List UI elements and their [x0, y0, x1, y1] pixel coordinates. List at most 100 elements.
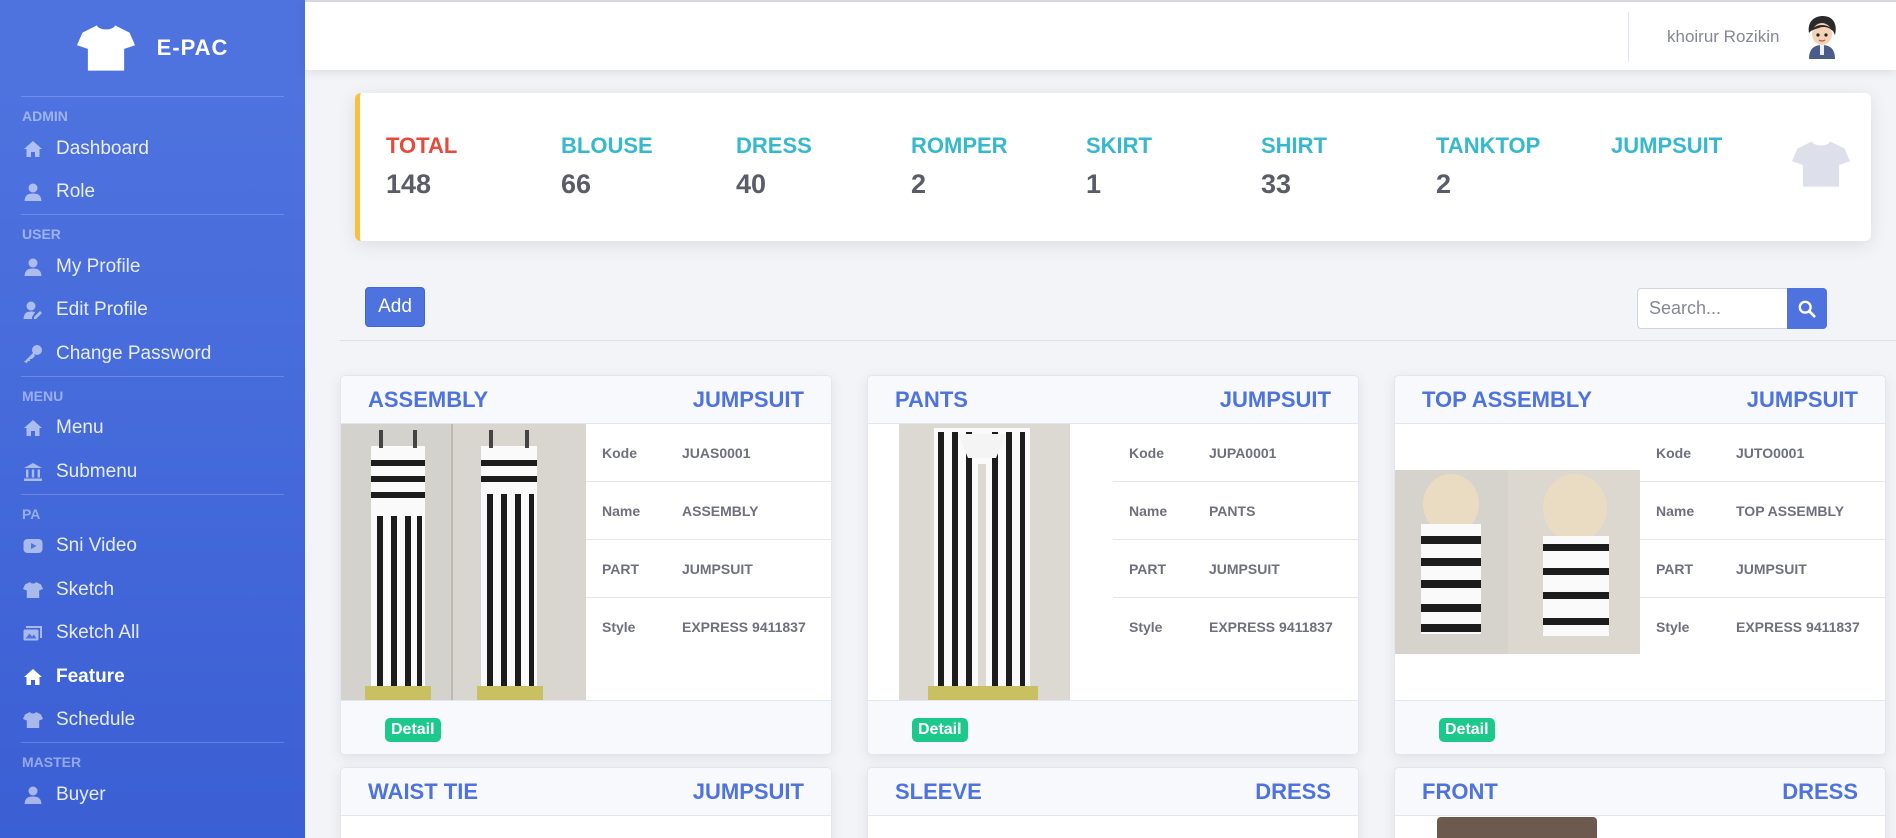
sidebar-item-label: Role [56, 181, 96, 203]
sidebar-item-edit-profile[interactable]: Edit Profile [0, 289, 305, 333]
sidebar-heading-menu: MENU [22, 387, 64, 404]
stat-label: DRESS [736, 133, 812, 158]
sidebar-item-sketch[interactable]: Sketch [0, 568, 305, 612]
home-icon [22, 139, 44, 159]
field-value: EXPRESS 9411837 [1736, 619, 1860, 635]
sidebar-item-label: Sketch All [56, 622, 140, 644]
field-value: ASSEMBLY [682, 502, 759, 519]
stat-tanktop: TANKTOP 2 [1436, 133, 1540, 200]
card-part: DRESS [1255, 778, 1331, 804]
stat-label: BLOUSE [561, 133, 653, 158]
field-label: Kode [1656, 444, 1691, 461]
shirt-icon [76, 25, 135, 71]
product-card: WAIST TIE JUMPSUIT [340, 767, 832, 838]
sidebar-item-sni-video[interactable]: Sni Video [0, 525, 305, 569]
sidebar-item-buyer[interactable]: Buyer [0, 773, 305, 817]
detail-row: Kode JUTO0001 [1640, 424, 1885, 482]
detail-row: Style EXPRESS 9411837 [586, 598, 831, 656]
detail-badge[interactable]: Detail [912, 718, 968, 742]
product-image[interactable] [341, 424, 586, 700]
product-card: ASSEMBLY JUMPSUIT Kode JUAS0001 Name ASS… [340, 375, 832, 755]
search-group [1637, 288, 1827, 329]
add-button[interactable]: Add [365, 287, 425, 327]
field-value: JUMPSUIT [682, 560, 753, 577]
field-label: Style [1656, 619, 1690, 635]
field-label: Style [1129, 619, 1163, 635]
sidebar-heading-user: USER [22, 226, 61, 242]
stats-card: TOTAL 148 BLOUSE 66 DRESS 40 ROMPER 2 SK… [355, 93, 1871, 241]
home-icon [22, 418, 44, 438]
detail-row: PART JUMPSUIT [1113, 540, 1358, 598]
field-value: JUTO0001 [1736, 444, 1805, 461]
field-label: PART [1656, 560, 1694, 577]
sidebar-item-label: Menu [56, 417, 104, 439]
images-icon [22, 623, 44, 643]
shirt-icon [22, 710, 44, 730]
product-card: FRONT DRESS [1394, 767, 1886, 838]
sidebar-item-label: Dashboard [56, 137, 149, 159]
stat-total: TOTAL 148 [386, 133, 457, 200]
sidebar-heading-admin: ADMIN [22, 108, 68, 124]
card-part: JUMPSUIT [1219, 386, 1331, 412]
card-part: JUMPSUIT [692, 386, 804, 412]
card-footer: Detail [1395, 700, 1885, 754]
key-icon [22, 344, 44, 364]
stat-blouse: BLOUSE 66 [561, 133, 653, 200]
card-details: Kode JUAS0001 Name ASSEMBLY PART JUMPSUIT S… [586, 424, 831, 700]
card-title: FRONT [1422, 778, 1498, 804]
avatar[interactable] [1803, 15, 1841, 59]
detail-badge[interactable]: Detail [1439, 718, 1495, 742]
sidebar-item-label: Change Password [56, 342, 212, 364]
divider [340, 340, 1896, 341]
sidebar-item-schedule[interactable]: Schedule [0, 699, 305, 743]
sidebar-item-label: Schedule [56, 709, 136, 731]
sidebar-item-dashboard[interactable]: Dashboard [0, 127, 305, 171]
user-icon [22, 182, 44, 202]
detail-row: Style EXPRESS 9411837 [1640, 598, 1885, 656]
sidebar-item-submenu[interactable]: Submenu [0, 450, 305, 494]
brand[interactable]: E-PAC [0, 0, 305, 96]
sidebar-item-menu[interactable]: Menu [0, 407, 305, 451]
card-body: Kode JUAS0001 Name ASSEMBLY PART JUMPSUIT S… [341, 424, 831, 700]
field-value: JUAS0001 [682, 444, 751, 461]
sidebar: E-PAC ADMIN Dashboard Role USER My Profi… [0, 0, 305, 838]
sidebar-item-label: Buyer [56, 783, 106, 805]
sidebar-item-change-password[interactable]: Change Password [0, 332, 305, 376]
detail-row: Style EXPRESS 9411837 [1113, 598, 1358, 656]
stat-shirt: SHIRT 33 [1261, 133, 1327, 200]
card-title: SLEEVE [895, 778, 982, 804]
field-label: Name [1129, 502, 1168, 519]
detail-row: Name PANTS [1113, 482, 1358, 540]
search-icon [1798, 300, 1816, 318]
user-edit-icon [22, 300, 44, 320]
search-button[interactable] [1787, 288, 1827, 329]
stat-value: 2 [1436, 169, 1452, 199]
product-image[interactable] [1437, 817, 1597, 838]
detail-row: Kode JUAS0001 [586, 424, 831, 482]
card-header: TOP ASSEMBLY JUMPSUIT [1395, 376, 1885, 424]
card-title: ASSEMBLY [368, 386, 489, 412]
detail-row: Kode JUPA0001 [1113, 424, 1358, 482]
stat-label: TANKTOP [1436, 133, 1541, 158]
sidebar-item-sketch-all[interactable]: Sketch All [0, 612, 305, 656]
bank-icon [22, 462, 44, 482]
field-value: JUMPSUIT [1209, 560, 1280, 577]
sidebar-item-my-profile[interactable]: My Profile [0, 245, 305, 289]
sidebar-item-feature[interactable]: Feature [0, 655, 305, 699]
product-image[interactable] [868, 424, 1113, 700]
field-label: Kode [602, 444, 637, 461]
detail-row: Name TOP ASSEMBLY [1640, 482, 1885, 540]
card-header: FRONT DRESS [1395, 768, 1885, 816]
detail-badge[interactable]: Detail [385, 718, 441, 742]
detail-row: PART JUMPSUIT [1640, 540, 1885, 598]
search-input[interactable] [1637, 288, 1787, 329]
product-card: SLEEVE DRESS [867, 767, 1359, 838]
user-icon [22, 257, 44, 277]
sidebar-item-role[interactable]: Role [0, 171, 305, 215]
card-header: PANTS JUMPSUIT [868, 376, 1358, 424]
card-body: Kode JUPA0001 Name PANTS PART JUMPSUIT Styl… [868, 424, 1358, 700]
sidebar-item-label: Edit Profile [56, 299, 148, 321]
user-name[interactable]: khoirur Rozikin [1667, 27, 1779, 47]
product-image[interactable] [1395, 424, 1640, 700]
stat-label: JUMPSUIT [1611, 133, 1723, 158]
